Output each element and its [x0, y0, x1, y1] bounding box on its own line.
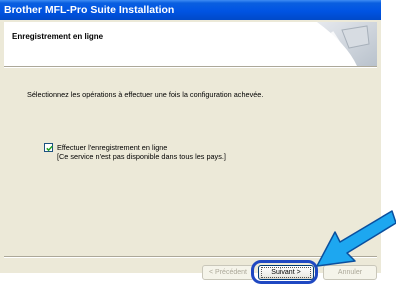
pointer-arrow-icon: [316, 210, 396, 267]
